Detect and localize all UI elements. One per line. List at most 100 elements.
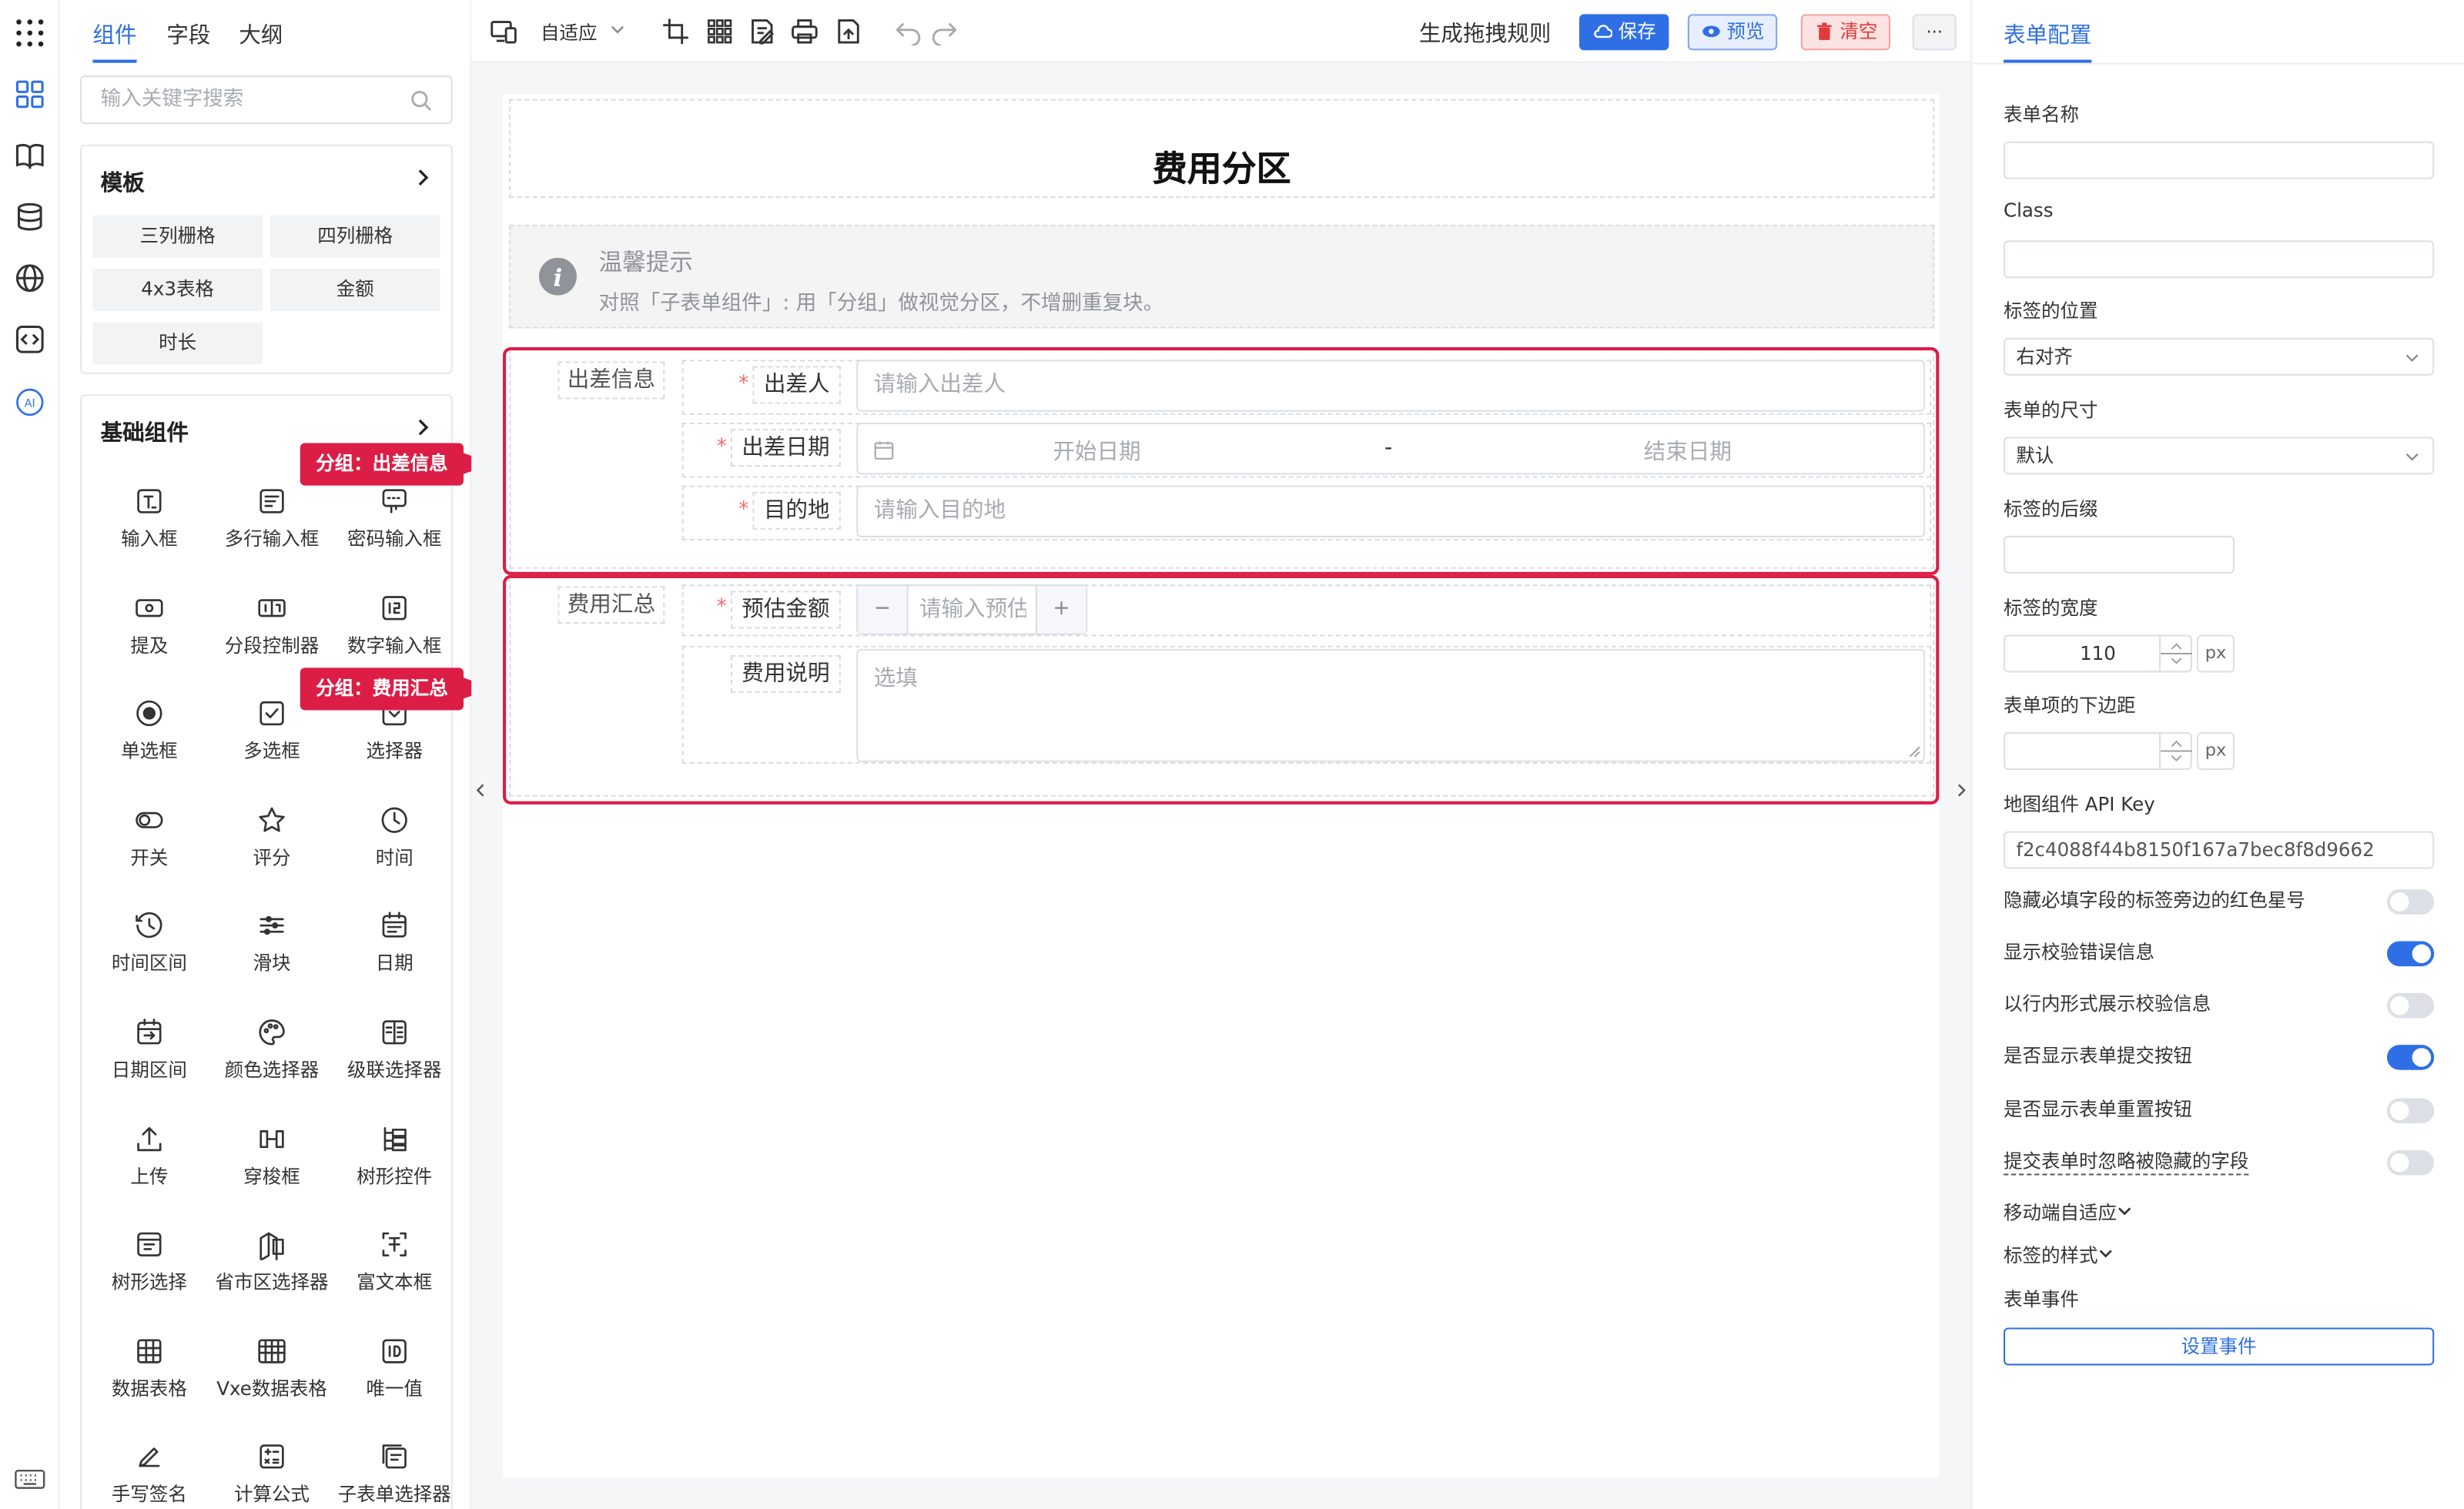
generate-rule-button[interactable]: 生成拖拽规则: [1419, 17, 1551, 49]
database-icon[interactable]: [14, 201, 45, 233]
template-section: 模板 三列栅格 四列栅格 4x3表格 金额 时长: [80, 144, 453, 374]
set-event-button[interactable]: 设置事件: [2004, 1327, 2435, 1366]
spin-buttons[interactable]: [2159, 734, 2192, 768]
template-duration[interactable]: 时长: [92, 322, 263, 365]
tab-components[interactable]: 组件: [92, 18, 136, 50]
ai-icon[interactable]: AI: [14, 386, 45, 418]
template-amount[interactable]: 金额: [270, 268, 440, 312]
code-icon[interactable]: [14, 323, 45, 355]
slider-icon: [256, 910, 288, 942]
component-rich-text[interactable]: 富文本框: [333, 1220, 456, 1313]
clear-button[interactable]: 清空: [1800, 14, 1890, 51]
component-tree[interactable]: 树形控件: [333, 1113, 456, 1207]
label-position-label: 标签的位置: [2004, 299, 2098, 323]
mobile-adapt-toggle[interactable]: 移动端自适应: [2004, 1199, 2132, 1226]
crop-frame-icon[interactable]: [661, 17, 690, 45]
template-three-col[interactable]: 三列栅格: [92, 215, 263, 258]
map-key-input[interactable]: f2c4088f44b8150f167a7bec8f8d9662: [2004, 831, 2435, 869]
chevron-down-icon[interactable]: [610, 22, 625, 38]
component-clock[interactable]: 时间: [333, 795, 456, 888]
component-segmented[interactable]: 分段控制器: [210, 582, 333, 676]
form-name-input[interactable]: [2004, 141, 2435, 179]
component-upload[interactable]: 上传: [88, 1113, 210, 1207]
template-4x3-table[interactable]: 4x3表格: [92, 268, 263, 312]
class-input[interactable]: [2004, 240, 2435, 279]
table-icon: [133, 1335, 165, 1367]
component-text-input[interactable]: 输入框: [88, 476, 210, 570]
components-icon[interactable]: [14, 79, 45, 110]
spin-buttons[interactable]: [2159, 636, 2192, 671]
transfer-icon: [256, 1123, 288, 1154]
component-slider[interactable]: 滑块: [210, 901, 333, 995]
label-position-select[interactable]: 右对齐: [2004, 337, 2435, 376]
config-switch[interactable]: [2386, 889, 2435, 915]
component-label: 日期: [375, 952, 413, 975]
component-signature[interactable]: 手写签名: [88, 1432, 210, 1509]
component-time-range[interactable]: 时间区间: [88, 901, 210, 995]
component-mention[interactable]: 提及: [88, 582, 210, 676]
component-switch[interactable]: 开关: [88, 795, 210, 888]
component-table[interactable]: 数据表格: [88, 1326, 210, 1420]
label-width-value: 110: [2080, 642, 2116, 665]
component-date-range[interactable]: 日期区间: [88, 1007, 210, 1101]
component-star[interactable]: 评分: [210, 795, 333, 888]
search-input[interactable]: [100, 88, 400, 112]
component-subform-select[interactable]: 子表单选择器: [333, 1432, 456, 1509]
label-style-toggle[interactable]: 标签的样式: [2004, 1241, 2114, 1268]
globe-icon[interactable]: [14, 263, 45, 294]
config-switch[interactable]: [2386, 1045, 2435, 1070]
grid-layout-icon[interactable]: [705, 17, 734, 45]
component-number-input[interactable]: 数字输入框: [333, 582, 456, 676]
component-palette[interactable]: 颜色选择器: [210, 1007, 333, 1101]
config-switch[interactable]: [2386, 941, 2435, 967]
undo-icon[interactable]: [894, 17, 922, 46]
keyboard-icon[interactable]: [14, 1463, 45, 1494]
config-switch[interactable]: [2386, 1098, 2435, 1124]
label-suffix-input[interactable]: [2004, 535, 2235, 574]
tip-text: 对照「子表单组件」: 用「分组」做视觉分区，不增删重复块。: [598, 292, 1164, 316]
component-radio[interactable]: 单选框: [88, 688, 210, 782]
export-doc-icon[interactable]: [835, 17, 863, 45]
item-margin-input[interactable]: [2004, 732, 2192, 770]
form-size-select[interactable]: 默认: [2004, 437, 2435, 475]
edit-doc-icon[interactable]: [748, 17, 776, 45]
component-transfer[interactable]: 穿梭框: [210, 1113, 333, 1207]
collapse-right-icon[interactable]: [1955, 782, 1967, 798]
config-switch[interactable]: [2386, 1149, 2435, 1176]
tab-fields[interactable]: 字段: [166, 18, 210, 50]
component-password-input[interactable]: 密码输入框: [333, 476, 456, 570]
config-switch[interactable]: [2386, 992, 2435, 1019]
component-search: [80, 75, 453, 125]
component-cascader[interactable]: 级联选择器: [333, 1007, 456, 1101]
radio-icon: [133, 698, 165, 729]
adapt-select[interactable]: 自适应: [541, 18, 598, 45]
component-region-select[interactable]: 省市区选择器: [210, 1220, 333, 1313]
map-key-label: 地图组件 API Key: [2004, 793, 2155, 816]
save-button[interactable]: 保存: [1579, 14, 1669, 51]
redo-icon[interactable]: [930, 17, 959, 46]
book-icon[interactable]: [14, 140, 45, 172]
component-id[interactable]: 唯一值: [333, 1326, 456, 1420]
component-vxe-table[interactable]: Vxe数据表格: [210, 1326, 333, 1420]
more-button[interactable]: ···: [1912, 14, 1957, 51]
component-tree-select[interactable]: 树形选择: [88, 1220, 210, 1313]
chevron-right-icon[interactable]: [413, 168, 432, 186]
component-label: 选择器: [366, 740, 423, 763]
chevron-right-icon[interactable]: [413, 418, 432, 437]
switch-label-reset-button: 是否显示表单重置按钮: [2004, 1098, 2192, 1121]
collapse-left-icon[interactable]: [474, 782, 487, 798]
tab-outline[interactable]: 大纲: [239, 18, 283, 50]
component-textarea[interactable]: 多行输入框: [210, 476, 333, 570]
component-calendar[interactable]: 日期: [333, 901, 456, 995]
print-icon[interactable]: [791, 17, 819, 45]
component-calculator[interactable]: 计算公式: [210, 1432, 333, 1509]
device-icon[interactable]: [490, 17, 519, 45]
label-width-input[interactable]: 110: [2004, 634, 2192, 673]
search-icon[interactable]: [410, 89, 433, 112]
template-four-col[interactable]: 四列栅格: [270, 215, 440, 258]
trash-icon: [1817, 22, 1832, 41]
basic-components-section: 基础组件 输入框 多行输入框 密码输入框 提及 分段控制器 数字输入框 单选框 多选框 选择器开…: [80, 394, 453, 1509]
preview-button[interactable]: 预览: [1687, 14, 1777, 51]
app-grid-icon[interactable]: [14, 17, 45, 49]
tab-form-config[interactable]: 表单配置: [2004, 18, 2091, 50]
